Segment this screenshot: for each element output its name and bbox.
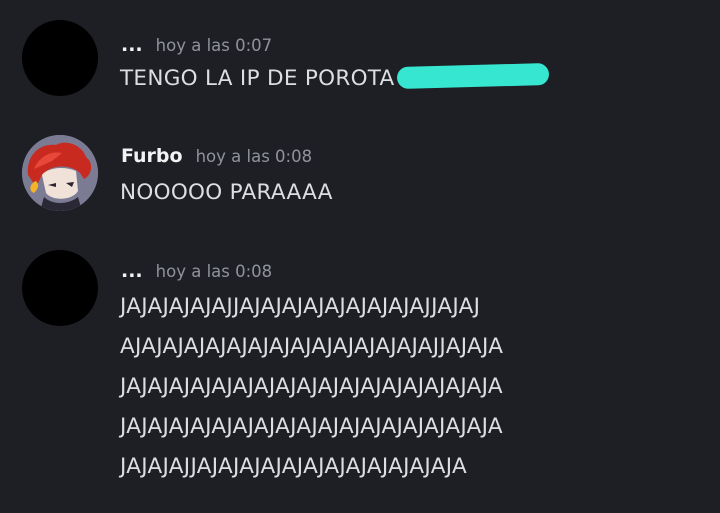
avatar[interactable] (22, 250, 98, 326)
message-item: Furbo hoy a las 0:08 NOOOOO PARAAAA (0, 120, 720, 240)
message-text: JAJAJAJAJAJAJAJAJAJAJAJAJAJAJAJAJAJA (120, 374, 503, 399)
message-text: AJAJAJAJAJAJAJAJAJAJAJAJAJAJAJJAJAJA (120, 334, 504, 359)
chat-message-list: ... hoy a las 0:07 TENGO LA IP DE POROTA… (0, 0, 720, 513)
message-header: Furbo hoy a las 0:08 (121, 145, 312, 167)
message-text: JAJAJAJJAJAJAJAJAJAJAJAJAJAJAJAJA (120, 454, 467, 479)
red-hair-character-icon (22, 135, 98, 211)
avatar[interactable] (22, 20, 98, 96)
message-content: TENGO LA IP DE POROTA (120, 59, 549, 99)
message-content: JAJAJAJAJAJJAJAJAJAJAJAJAJAJAJJAJAJ AJAJ… (120, 287, 503, 487)
redaction-scribble (396, 63, 549, 89)
username[interactable]: ... (121, 34, 143, 56)
message-header: ... hoy a las 0:08 (121, 260, 272, 282)
avatar[interactable] (22, 135, 98, 211)
message-header: ... hoy a las 0:07 (121, 34, 272, 56)
message-text: TENGO LA IP DE POROTA (120, 66, 395, 91)
message-content: NOOOOO PARAAAA (120, 173, 333, 213)
message-line: TENGO LA IP DE POROTA (120, 59, 549, 99)
message-item: ... hoy a las 0:07 TENGO LA IP DE POROTA (0, 0, 720, 120)
message-text: NOOOOO PARAAAA (120, 180, 333, 205)
timestamp: hoy a las 0:08 (155, 262, 273, 281)
message-text: JAJAJAJAJAJAJAJAJAJAJAJAJAJAJAJAJAJA (120, 414, 503, 439)
username[interactable]: ... (121, 260, 143, 282)
message-text: JAJAJAJAJAJJAJAJAJAJAJAJAJAJAJJAJAJ (120, 294, 481, 319)
timestamp: hoy a las 0:07 (155, 36, 273, 55)
message-item: ... hoy a las 0:08 JAJAJAJAJAJJAJAJAJAJA… (0, 240, 720, 513)
username[interactable]: Furbo (121, 145, 183, 167)
timestamp: hoy a las 0:08 (195, 147, 313, 166)
